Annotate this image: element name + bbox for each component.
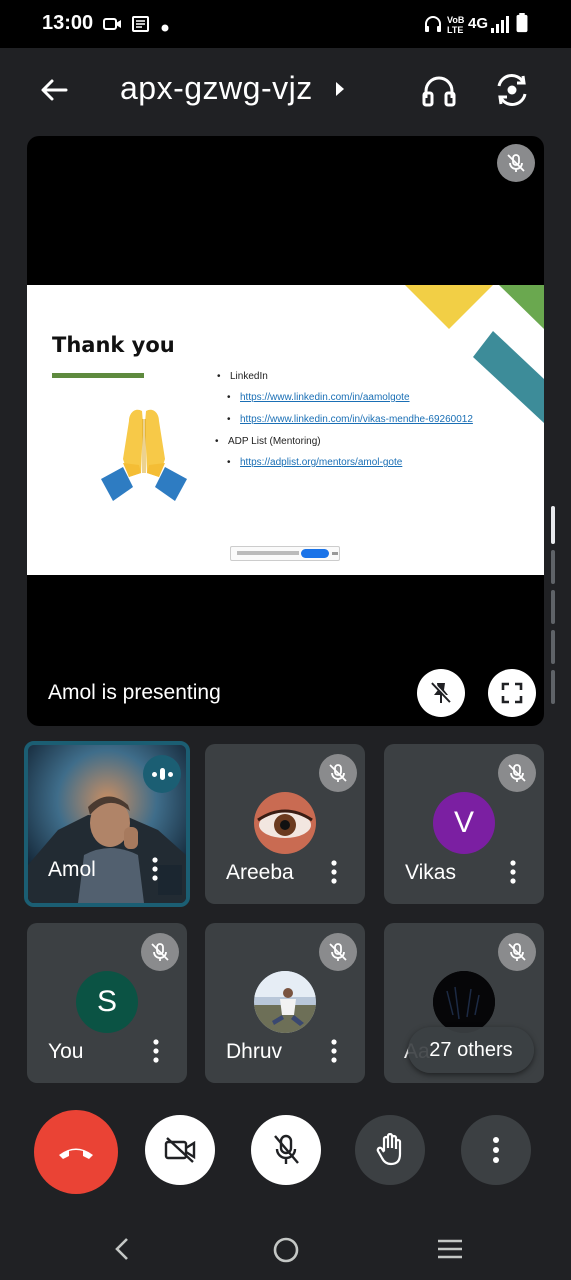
network-type: 4G (468, 15, 489, 32)
avatar: V (433, 792, 495, 854)
participant-tile-dhruv[interactable]: Dhruv (205, 923, 365, 1083)
muted-badge (141, 933, 179, 971)
avatar (254, 792, 316, 854)
more-options-icon[interactable] (327, 858, 341, 886)
mic-off-icon (508, 943, 526, 961)
mic-off-icon (329, 943, 347, 961)
signal-icon (491, 16, 509, 33)
muted-badge (498, 754, 536, 792)
nav-back-icon[interactable] (112, 1236, 132, 1262)
fullscreen-icon (501, 682, 523, 704)
participant-name: You (48, 1040, 84, 1063)
participant-name: Vikas (405, 861, 456, 884)
mic-off-icon (151, 943, 169, 961)
video-status-icon (103, 18, 121, 30)
muted-badge (319, 933, 357, 971)
camera-off-icon (164, 1137, 196, 1163)
participant-name: Areeba (226, 861, 294, 884)
muted-badge (498, 933, 536, 971)
switch-camera-icon[interactable] (494, 72, 530, 108)
scroll-indicator (551, 590, 555, 624)
headset-status-icon (425, 16, 441, 32)
link-adplist: • https://adplist.org/mentors/amol-gote (227, 457, 403, 468)
dark-photo (433, 971, 495, 1033)
audio-output-icon[interactable] (420, 72, 458, 110)
participant-name: Amol (48, 858, 96, 881)
notification-dot-icon (161, 24, 169, 32)
back-arrow-icon[interactable] (36, 72, 72, 108)
participant-tile-you[interactable]: S You (27, 923, 187, 1083)
scroll-indicator (551, 670, 555, 704)
nav-recents-icon[interactable] (436, 1238, 464, 1260)
bullet-linkedin: • LinkedIn (217, 371, 268, 382)
avatar (433, 971, 495, 1033)
avatar: S (76, 971, 138, 1033)
status-bar: 13:00 VoB LTE 4G (0, 0, 571, 48)
status-time: 13:00 (42, 12, 94, 34)
folded-hands-icon (101, 409, 187, 501)
presenting-label: Amol is presenting (48, 681, 221, 704)
mic-off-icon (329, 764, 347, 782)
volte-label: VoB LTE (447, 15, 465, 35)
avatar (254, 971, 316, 1033)
person-photo (254, 971, 316, 1033)
participant-tile-areeba[interactable]: Areeba (205, 744, 365, 904)
pin-off-icon (431, 681, 452, 703)
system-nav-bar (0, 1210, 571, 1280)
participant-tile-vikas[interactable]: V Vikas (384, 744, 544, 904)
bullet-adp-list: • ADP List (Mentoring) (215, 436, 321, 447)
mic-off-icon (508, 764, 526, 782)
scroll-indicator (551, 630, 555, 664)
slide-title: Thank you (52, 333, 175, 357)
fullscreen-button[interactable] (488, 669, 536, 717)
title-underline (52, 373, 144, 378)
news-icon (132, 16, 149, 32)
scroll-indicator (551, 550, 555, 584)
more-options-icon[interactable] (148, 855, 162, 883)
others-count-pill[interactable]: 27 others (408, 1027, 534, 1073)
screen-share-bar (230, 546, 340, 561)
scroll-indicator-active (551, 506, 555, 544)
presentation-tile[interactable]: Thank you • LinkedIn • https://www.linkedi… (27, 136, 544, 726)
more-options-icon[interactable] (506, 858, 520, 886)
raise-hand-icon (376, 1133, 402, 1166)
battery-icon (516, 13, 528, 33)
participant-tile-amol[interactable]: Amol (24, 741, 190, 907)
more-vert-icon (493, 1137, 499, 1163)
end-call-button[interactable] (34, 1110, 118, 1194)
mic-off-icon (274, 1134, 299, 1164)
meeting-code[interactable]: apx-gzwg-vjz (120, 70, 313, 107)
link-aamolgote: • https://www.linkedin.com/in/aamolgote (227, 392, 410, 403)
participant-name: Dhruv (226, 1040, 283, 1063)
mic-off-icon (507, 154, 525, 172)
nav-home-icon[interactable] (272, 1236, 300, 1264)
unpin-button[interactable] (417, 669, 465, 717)
raise-hand-button[interactable] (355, 1115, 425, 1185)
link-vikas-mendhe: • https://www.linkedin.com/in/vikas-mendh… (227, 414, 473, 425)
more-options-icon[interactable] (149, 1037, 163, 1065)
camera-toggle-button[interactable] (145, 1115, 215, 1185)
meeting-header: apx-gzwg-vjz (0, 48, 571, 134)
presenter-muted-badge (497, 144, 535, 182)
speaking-indicator (143, 755, 181, 793)
shared-slide: Thank you • LinkedIn • https://www.linkedi… (27, 285, 544, 575)
more-options-icon[interactable] (327, 1037, 341, 1065)
caret-right-icon[interactable] (334, 80, 346, 98)
hang-up-icon (59, 1148, 93, 1159)
muted-badge (319, 754, 357, 792)
more-options-button[interactable] (461, 1115, 531, 1185)
mic-toggle-button[interactable] (251, 1115, 321, 1185)
eye-photo (254, 792, 316, 854)
